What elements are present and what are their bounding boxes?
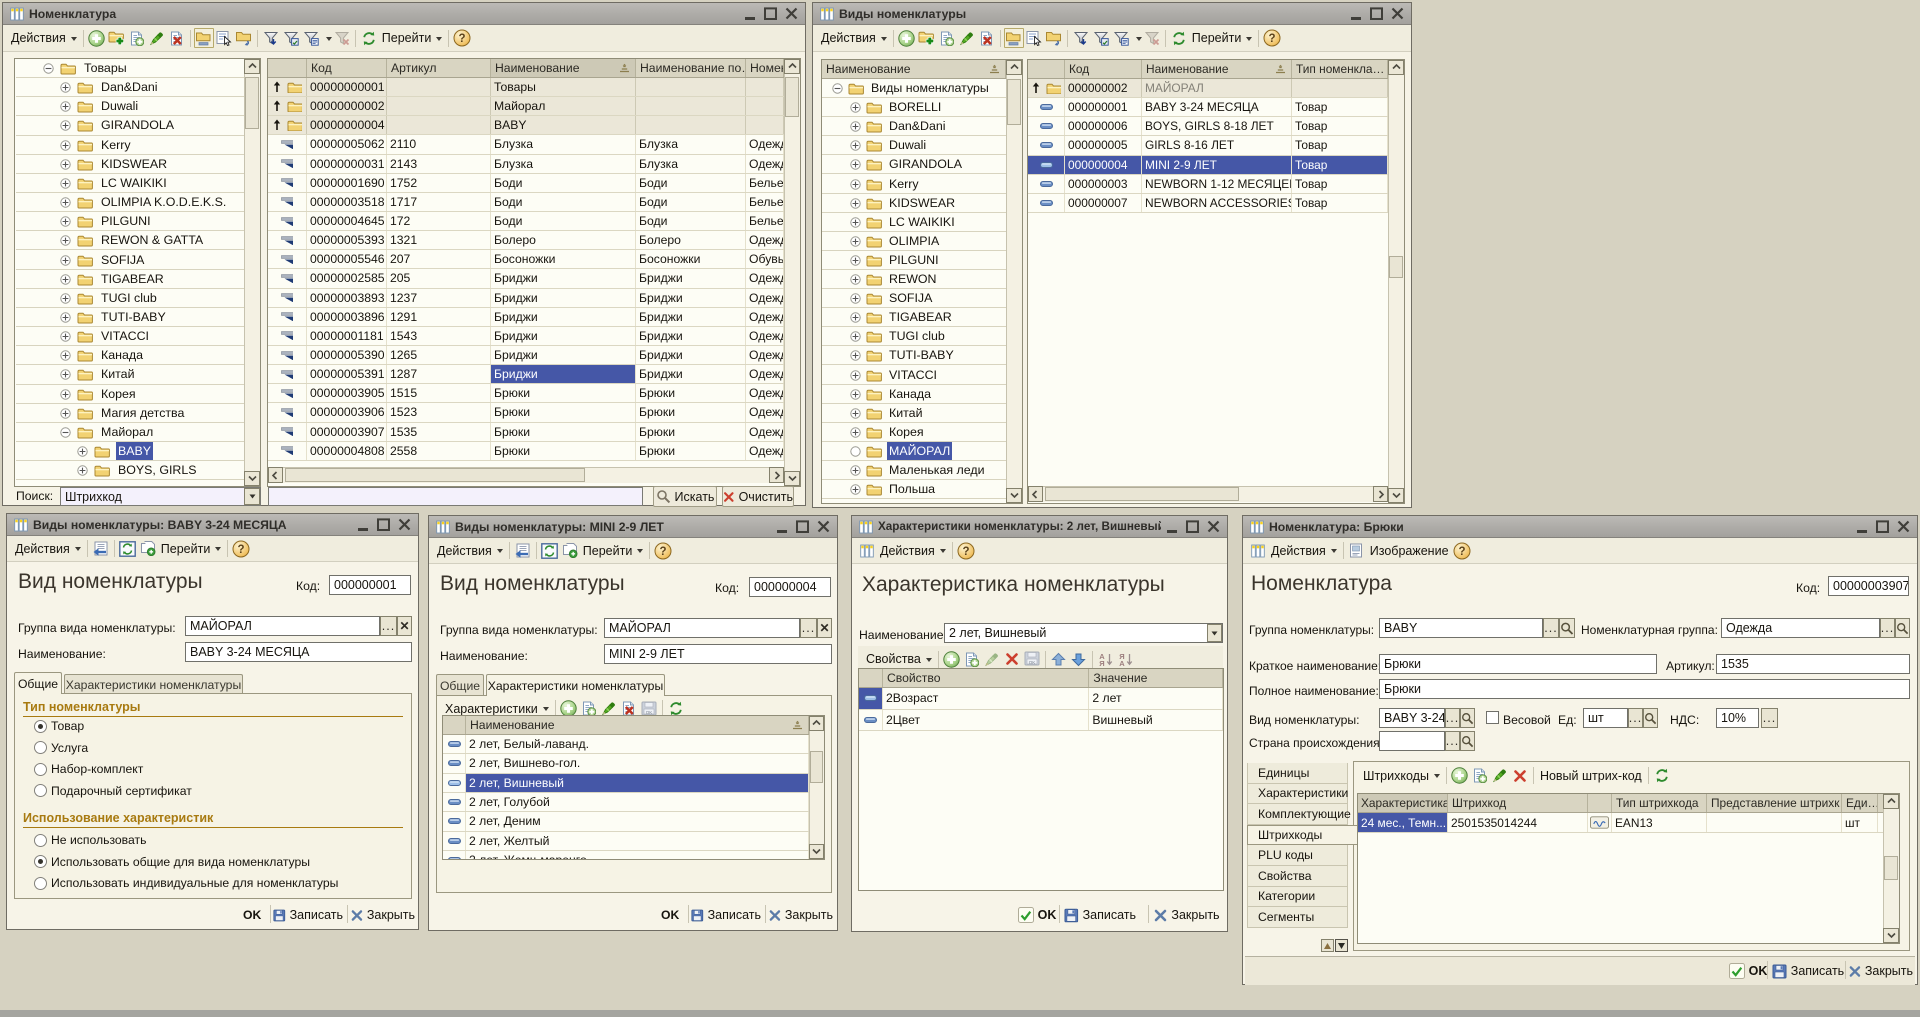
svg-text:A: A (1119, 659, 1125, 667)
svg-text:OK: OK (645, 710, 652, 715)
svg-text:?: ? (1269, 33, 1276, 45)
svg-text:Я: Я (1099, 659, 1104, 667)
svg-text:?: ? (962, 546, 969, 558)
svg-text:?: ? (238, 544, 245, 556)
svg-text:OK: OK (1029, 660, 1036, 665)
svg-text:?: ? (660, 546, 667, 558)
svg-text:?: ? (1458, 546, 1465, 558)
svg-text:?: ? (459, 33, 466, 45)
